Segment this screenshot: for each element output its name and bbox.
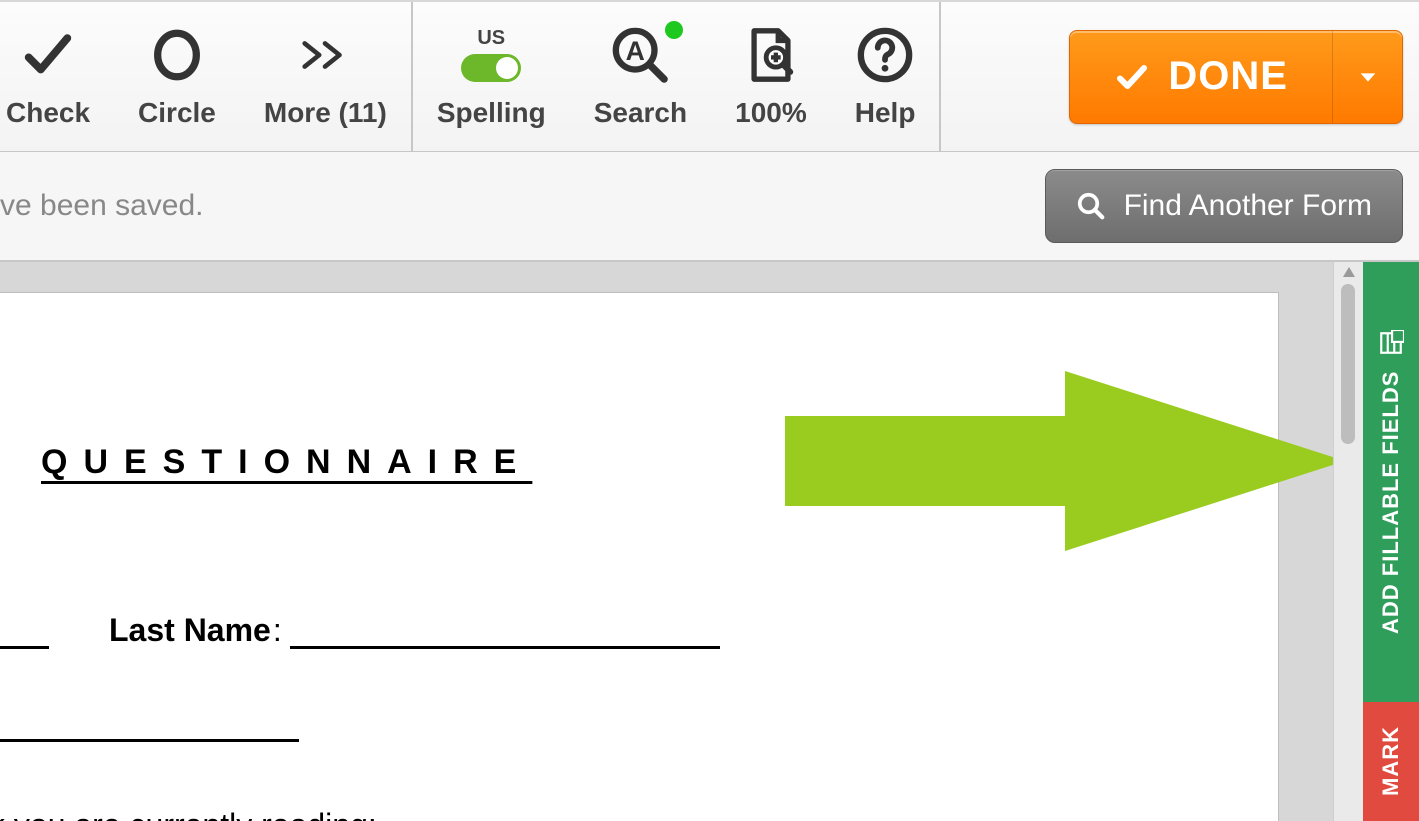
tool-group-view: US Spelling A Search (413, 2, 942, 151)
last-name-label: Last Name (109, 612, 271, 649)
check-label: Check (6, 97, 90, 129)
search-a-icon: A (611, 25, 669, 85)
toolbar: Check Circle More (11) US Spelling (0, 0, 1419, 152)
find-label: Find Another Form (1124, 189, 1372, 223)
document-area[interactable]: QUESTIONNAIRE Last Name: k you are curre… (0, 262, 1333, 821)
add-fields-label: ADD FILLABLE FIELDS (1378, 370, 1404, 633)
search-button[interactable]: A Search (570, 2, 711, 151)
circle-button[interactable]: Circle (114, 2, 240, 151)
scroll-up-icon[interactable] (1342, 266, 1356, 278)
add-fillable-fields-button[interactable]: ADD FILLABLE FIELDS (1363, 262, 1419, 702)
tutorial-arrow-icon (785, 371, 1333, 551)
done-main[interactable]: DONE (1070, 31, 1332, 123)
spelling-button[interactable]: US Spelling (413, 2, 570, 151)
more-icon (296, 25, 354, 85)
name-row: Last Name: (0, 612, 1278, 649)
document-page[interactable]: QUESTIONNAIRE Last Name: k you are curre… (0, 292, 1279, 821)
last-name-field[interactable] (290, 615, 720, 649)
mark-label: MARK (1378, 727, 1404, 797)
statusbar: ve been saved. Find Another Form (0, 152, 1419, 262)
form-fields-icon (1378, 330, 1404, 356)
more-label: More (11) (264, 97, 387, 129)
search-icon (1076, 191, 1106, 221)
check-icon (19, 25, 77, 85)
done-label: DONE (1168, 54, 1288, 99)
spelling-locale: US (477, 27, 505, 50)
search-label: Search (594, 97, 687, 129)
scrollbar-thumb[interactable] (1341, 284, 1355, 444)
done-dropdown[interactable] (1332, 31, 1402, 123)
check-icon (1114, 59, 1150, 95)
help-button[interactable]: Help (831, 2, 940, 151)
svg-text:A: A (626, 35, 645, 65)
circle-label: Circle (138, 97, 216, 129)
zoom-button[interactable]: 100% (711, 2, 831, 151)
vertical-scrollbar[interactable] (1333, 262, 1363, 821)
circle-icon (148, 25, 206, 85)
zoom-label: 100% (735, 97, 807, 129)
page-zoom-icon (742, 25, 800, 85)
help-label: Help (855, 97, 916, 129)
side-rail: ADD FILLABLE FIELDS MARK (1363, 262, 1419, 821)
toggle-on-icon (461, 54, 521, 82)
notification-dot-icon (665, 21, 683, 39)
mark-button[interactable]: MARK (1363, 702, 1419, 821)
tool-group-annotate: Check Circle More (11) (0, 2, 413, 151)
done-button[interactable]: DONE (1069, 30, 1403, 124)
reading-prompt: k you are currently reading: (0, 807, 1278, 821)
find-another-form-button[interactable]: Find Another Form (1045, 169, 1403, 243)
blank-field-2[interactable] (0, 739, 299, 742)
spelling-toggle-icon: US (461, 25, 521, 85)
blank-field[interactable] (0, 615, 49, 649)
check-button[interactable]: Check (0, 2, 114, 151)
caret-down-icon (1357, 66, 1379, 88)
spelling-label: Spelling (437, 97, 546, 129)
help-icon (856, 25, 914, 85)
saved-status: ve been saved. (0, 189, 203, 223)
workspace: QUESTIONNAIRE Last Name: k you are curre… (0, 262, 1419, 821)
more-button[interactable]: More (11) (240, 2, 411, 151)
done-wrap: DONE (1053, 2, 1419, 151)
